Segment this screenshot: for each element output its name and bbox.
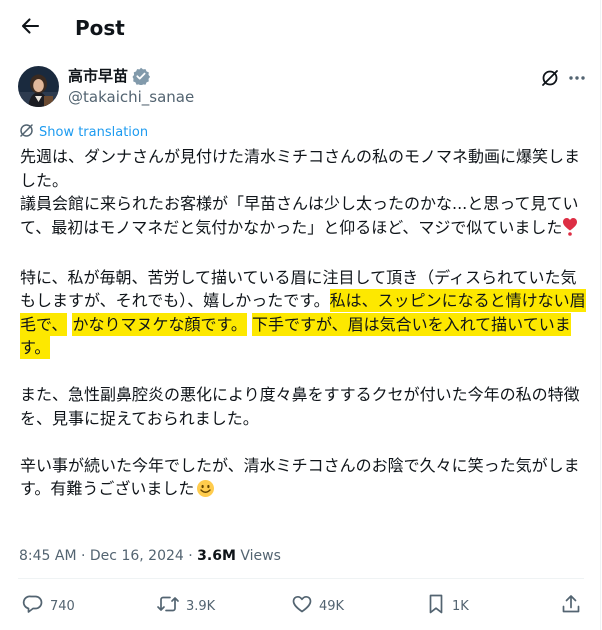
avatar[interactable] [18,66,59,107]
reply-count: 740 [50,598,75,614]
repost-icon [156,593,186,619]
divider [18,578,584,579]
like-count: 49K [319,598,345,614]
back-arrow-icon [20,16,40,40]
post-paragraph-2-text: 議員会館に来られたお客様が「早苗さんは少し太ったのかな...と思って見ていて、最… [20,194,579,237]
verified-badge-icon [132,67,151,85]
show-translation-link[interactable]: Show translation [19,123,148,141]
views-count: 3.6M [197,548,236,564]
translate-globe-icon [19,123,39,142]
post-meta: 8:45 AM · Dec 16, 2024 · 3.6M Views [19,546,281,566]
like-icon [291,593,319,619]
post-paragraph-3: 特に、私が毎朝、苦労して描いている眉に注目して頂き（ディスられていた気もしますが… [20,266,590,360]
meta-separator-2: · [183,548,198,564]
grok-icon[interactable] [539,67,561,89]
repost-count: 3.9K [186,598,216,614]
author-handle[interactable]: @takaichi_sanae [68,87,194,107]
post-body: 先週は、ダンナさんが見付けた清水ミチコさんの私のモノマネ動画に爆笑しました。 議… [20,145,590,505]
share-icon [560,593,588,619]
back-button[interactable] [13,11,47,45]
views-label: Views [235,548,281,564]
bookmark-count: 1K [452,598,469,614]
author-name[interactable]: 高市早苗 [68,66,151,86]
share-button[interactable] [560,595,588,617]
post-paragraph-1: 先週は、ダンナさんが見付けた清水ミチコさんの私のモノマネ動画に爆笑しました。 [20,147,581,190]
author-name-text: 高市早苗 [68,67,129,85]
post-paragraph-2: 議員会館に来られたお客様が「早苗さんは少し太ったのかな...と思って見ていて、最… [20,192,590,242]
show-translation-label: Show translation [39,124,149,140]
page-title: Post [75,16,125,40]
more-icon[interactable] [566,67,588,89]
bookmark-icon [426,593,452,619]
bookmark-button[interactable]: 1K [426,593,469,619]
repost-button[interactable]: 3.9K [156,595,215,617]
highlight-2: かなりマヌケな顔です。 [72,312,247,336]
like-button[interactable]: 49K [291,595,344,617]
reply-icon [22,593,50,619]
post-paragraph-5: 辛い事が続いた今年でしたが、清水ミチコさんのお陰で久々に笑った気がします。有難う… [20,454,590,505]
post-paragraph-5-text: 辛い事が続いた今年でしたが、清水ミチコさんのお陰で久々に笑った気がします。有難う… [20,455,580,499]
header: Post [0,0,600,56]
smile-emoji-icon [196,479,215,505]
post-date[interactable]: Dec 16, 2024 [90,548,184,564]
post-paragraph-4: また、急性副鼻腔炎の悪化により度々鼻をすするクセが付いた今年の私の特徴を、見事に… [20,385,580,428]
post-page: Post 高市早苗 @takaichi_sanae Show translati… [0,0,601,630]
reply-button[interactable]: 740 [22,595,75,617]
post-time[interactable]: 8:45 AM [19,548,77,564]
heart-emoji-icon [562,217,578,243]
meta-separator: · [76,548,90,564]
